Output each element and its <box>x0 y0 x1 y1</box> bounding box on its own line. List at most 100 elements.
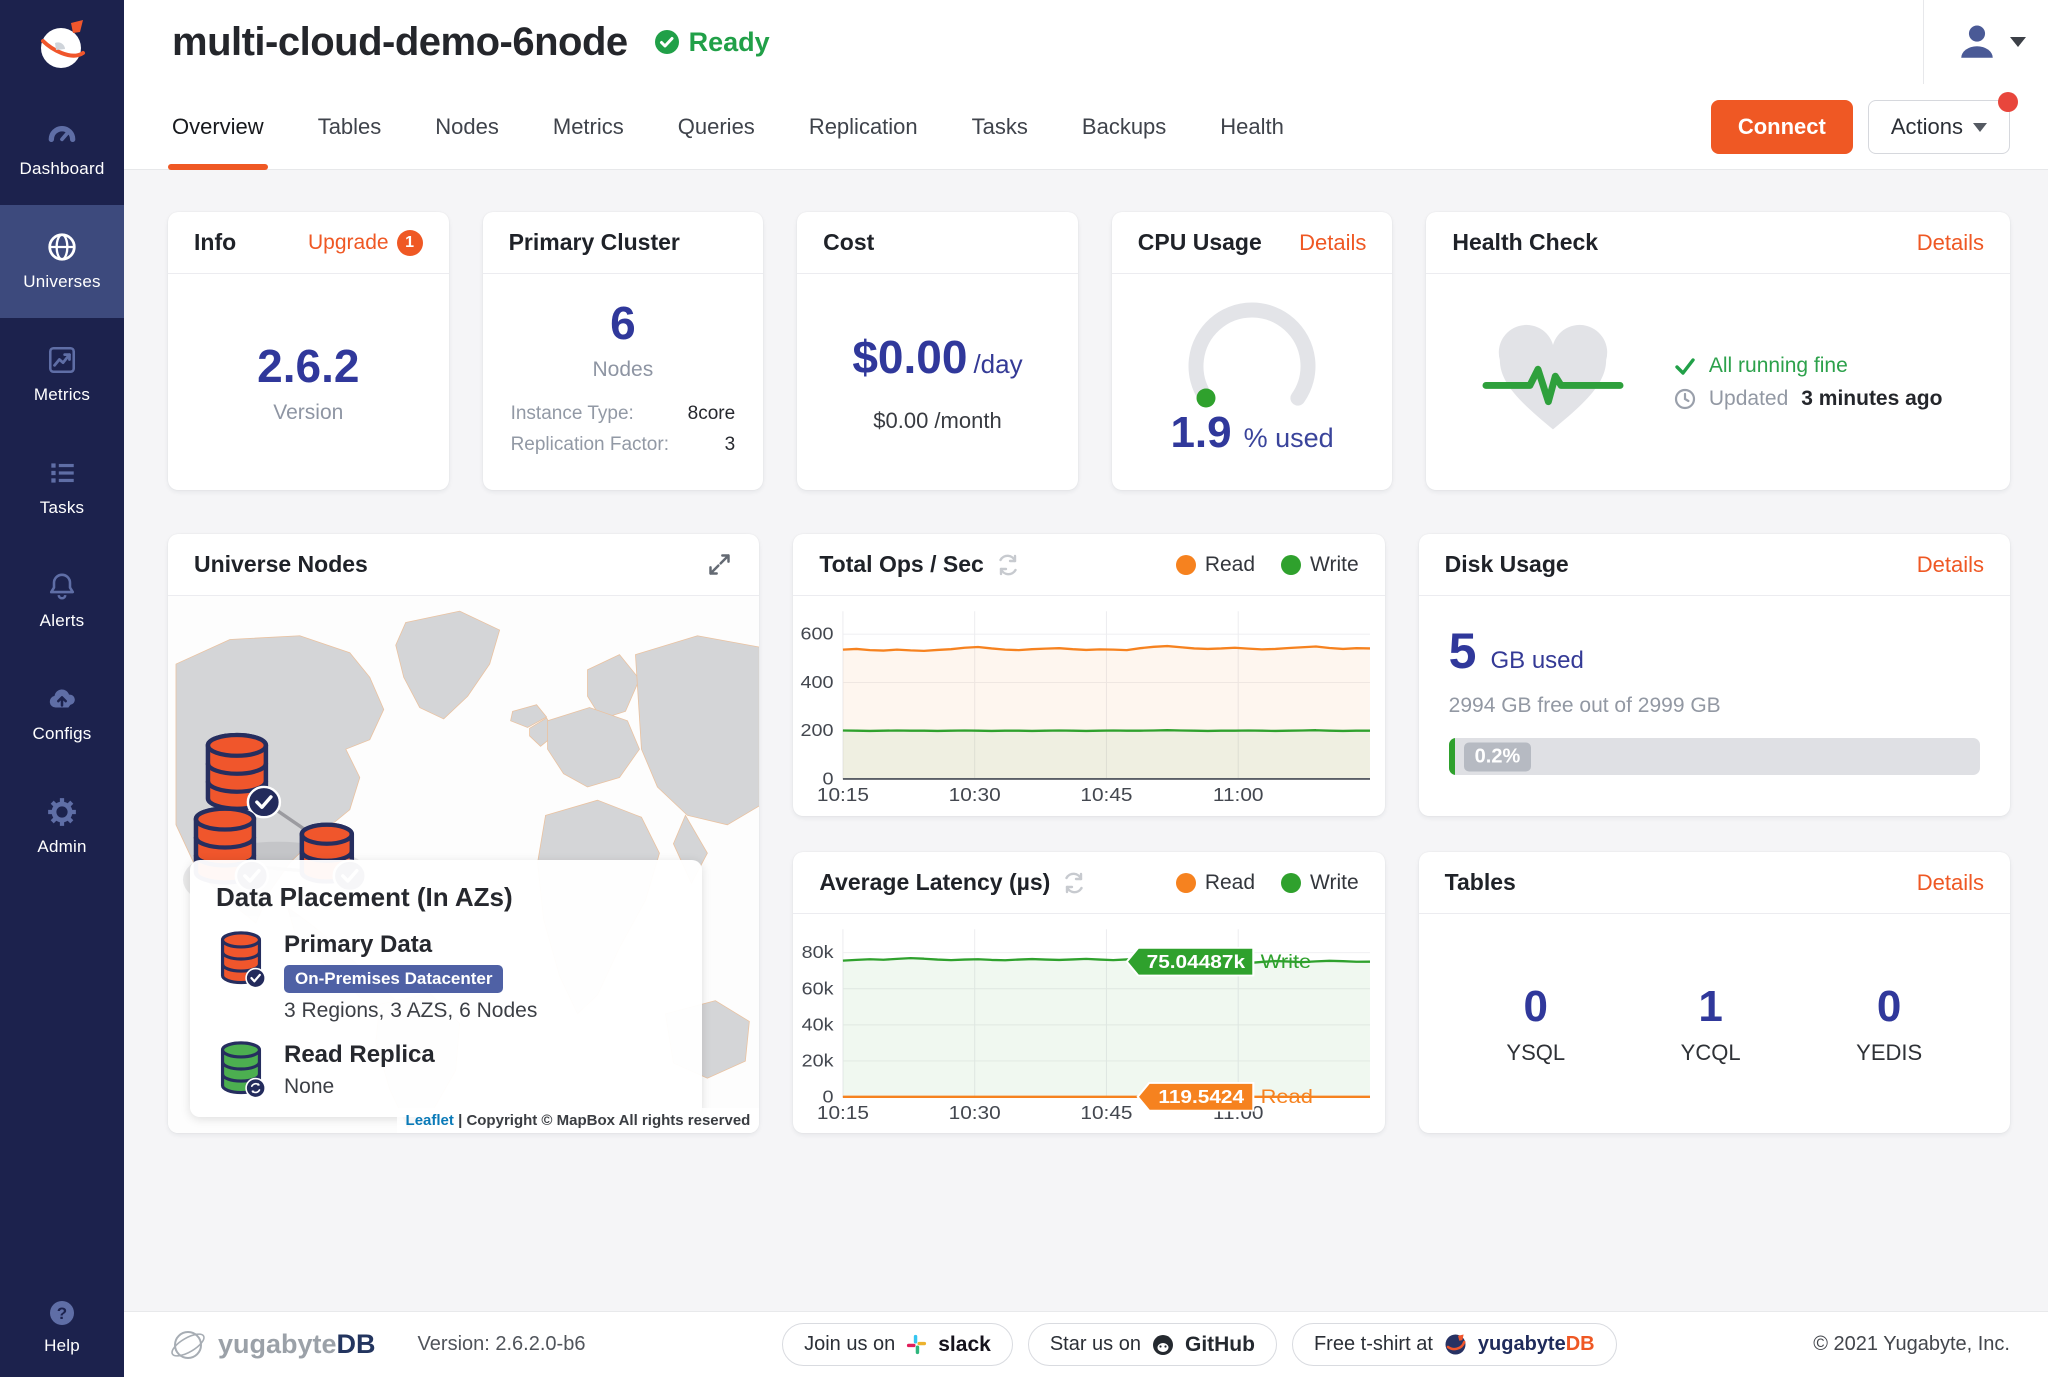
version-label: Version <box>273 401 343 425</box>
globe-icon <box>46 231 78 263</box>
legend-write: Write <box>1281 871 1359 895</box>
user-menu[interactable] <box>1923 0 2026 84</box>
sidebar-item-configs[interactable]: Configs <box>0 657 124 770</box>
connect-button[interactable]: Connect <box>1711 100 1853 154</box>
actions-button[interactable]: Actions <box>1868 100 2010 154</box>
tshirt-link[interactable]: Free t-shirt at yugabyteDB <box>1292 1323 1617 1366</box>
svg-text:400: 400 <box>801 672 834 692</box>
sidebar-item-label: Configs <box>32 724 91 744</box>
map-attribution: Leaflet | Copyright © MapBox All rights … <box>397 1108 760 1133</box>
svg-text:200: 200 <box>801 720 834 740</box>
cpu-percent-unit: % used <box>1244 423 1334 454</box>
svg-text:11:00: 11:00 <box>1213 785 1264 806</box>
health-details-link[interactable]: Details <box>1917 230 1984 256</box>
leaflet-link[interactable]: Leaflet <box>406 1112 454 1129</box>
cpu-gauge <box>1171 306 1333 406</box>
refresh-icon[interactable] <box>1062 871 1086 895</box>
tab-backups[interactable]: Backups <box>1082 84 1166 170</box>
footer-wordmark: yugabyteDB <box>218 1329 376 1360</box>
upgrade-link[interactable]: Upgrade 1 <box>308 230 423 256</box>
sidebar-help-label: Help <box>44 1336 80 1356</box>
disk-free-text: 2994 GB free out of 2999 GB <box>1449 694 1980 718</box>
github-link[interactable]: Star us on GitHub <box>1028 1323 1277 1366</box>
primary-data-detail: 3 Regions, 3 AZS, 6 Nodes <box>284 999 537 1023</box>
data-placement-panel: Data Placement (In AZs) <box>190 860 702 1117</box>
disk-details-link[interactable]: Details <box>1917 552 1984 578</box>
ycql-label: YCQL <box>1681 1040 1741 1066</box>
yedis-label: YEDIS <box>1856 1040 1922 1066</box>
ysql-count: 0 <box>1524 982 1548 1032</box>
sidebar-item-help[interactable]: ? Help <box>0 1277 124 1377</box>
disk-usage-card: Disk Usage Details 5 GB used 2994 GB fre… <box>1419 534 2010 816</box>
ops-chart: 020040060010:1510:3010:4511:00 <box>795 602 1378 814</box>
dashboard-content: Info Upgrade 1 2.6.2 Version Primary Clu… <box>124 170 2048 1311</box>
status-text: Ready <box>689 27 770 58</box>
health-status-text: All running fine <box>1709 354 1848 378</box>
gear-icon <box>46 796 78 828</box>
svg-text:Read: Read <box>1261 1086 1313 1108</box>
tab-health[interactable]: Health <box>1220 84 1284 170</box>
list-icon <box>46 457 78 489</box>
svg-text:75.04487k: 75.04487k <box>1147 952 1245 973</box>
disk-usage-bar: 0.2% <box>1449 738 1980 775</box>
page-title: multi-cloud-demo-6node <box>172 20 628 65</box>
tab-nodes[interactable]: Nodes <box>435 84 499 170</box>
primary-cluster-card: Primary Cluster 6 Nodes Instance Type: 8… <box>483 212 764 490</box>
tab-tasks[interactable]: Tasks <box>972 84 1028 170</box>
detail-cards-grid: Universe Nodes <box>168 534 2010 1133</box>
cost-per-month: $0.00 /month <box>873 408 1001 434</box>
sidebar-item-admin[interactable]: Admin <box>0 770 124 883</box>
yugabyte-logo-icon[interactable] <box>0 0 124 92</box>
sidebar-nav: Dashboard Universes Metrics <box>0 92 124 883</box>
avg-latency-card: Average Latency (µs) Read Write 020 <box>793 852 1384 1133</box>
data-placement-title: Data Placement (In AZs) <box>216 882 676 913</box>
info-card: Info Upgrade 1 2.6.2 Version <box>168 212 449 490</box>
avg-latency-title: Average Latency (µs) <box>819 869 1050 896</box>
latency-legend: Read Write <box>1176 871 1359 895</box>
svg-text:600: 600 <box>801 624 834 644</box>
tab-replication[interactable]: Replication <box>809 84 918 170</box>
actions-label: Actions <box>1891 114 1963 140</box>
latency-chart: 020k40k60k80k10:1510:3010:4511:0075.0448… <box>795 920 1378 1132</box>
info-card-title: Info <box>194 229 236 256</box>
ysql-label: YSQL <box>1506 1040 1565 1066</box>
github-icon <box>1151 1333 1175 1357</box>
planet-rocket-icon <box>31 15 93 77</box>
read-dot-icon <box>1176 555 1196 575</box>
cpu-details-link[interactable]: Details <box>1299 230 1366 256</box>
sidebar-item-label: Universes <box>23 272 100 292</box>
expand-icon[interactable] <box>706 551 733 578</box>
slack-link[interactable]: Join us on slack <box>782 1323 1013 1366</box>
legend-read: Read <box>1176 553 1255 577</box>
sidebar-item-tasks[interactable]: Tasks <box>0 431 124 544</box>
sidebar-item-alerts[interactable]: Alerts <box>0 544 124 657</box>
universe-nodes-card: Universe Nodes <box>168 534 759 1133</box>
tab-overview[interactable]: Overview <box>172 84 264 170</box>
svg-text:Write: Write <box>1261 951 1312 973</box>
chevron-down-icon <box>1973 123 1987 132</box>
tab-queries[interactable]: Queries <box>678 84 755 170</box>
disk-percent-badge: 0.2% <box>1464 742 1532 771</box>
svg-text:10:15: 10:15 <box>817 1103 869 1124</box>
tab-tables[interactable]: Tables <box>318 84 382 170</box>
yugabyte-sketch-logo-icon <box>168 1325 208 1365</box>
tab-metrics[interactable]: Metrics <box>553 84 624 170</box>
cpu-percent-value: 1.9 <box>1170 408 1231 458</box>
notification-dot <box>1998 92 2018 112</box>
disk-used-unit: GB used <box>1490 647 1583 675</box>
svg-text:60k: 60k <box>802 978 835 998</box>
universe-nodes-title: Universe Nodes <box>194 551 368 578</box>
upgrade-label: Upgrade <box>308 231 389 255</box>
svg-text:40k: 40k <box>802 1014 835 1034</box>
ycql-count: 1 <box>1698 982 1722 1032</box>
sidebar-item-label: Admin <box>37 837 86 857</box>
sidebar-item-universes[interactable]: Universes <box>0 205 124 318</box>
refresh-icon[interactable] <box>996 553 1020 577</box>
db-node-marker[interactable] <box>208 735 280 817</box>
cloud-upload-icon <box>46 683 78 715</box>
tables-details-link[interactable]: Details <box>1917 870 1984 896</box>
sidebar-item-dashboard[interactable]: Dashboard <box>0 92 124 205</box>
check-icon <box>1674 355 1696 377</box>
sidebar-item-metrics[interactable]: Metrics <box>0 318 124 431</box>
total-ops-card: Total Ops / Sec Read Write 02004006 <box>793 534 1384 816</box>
